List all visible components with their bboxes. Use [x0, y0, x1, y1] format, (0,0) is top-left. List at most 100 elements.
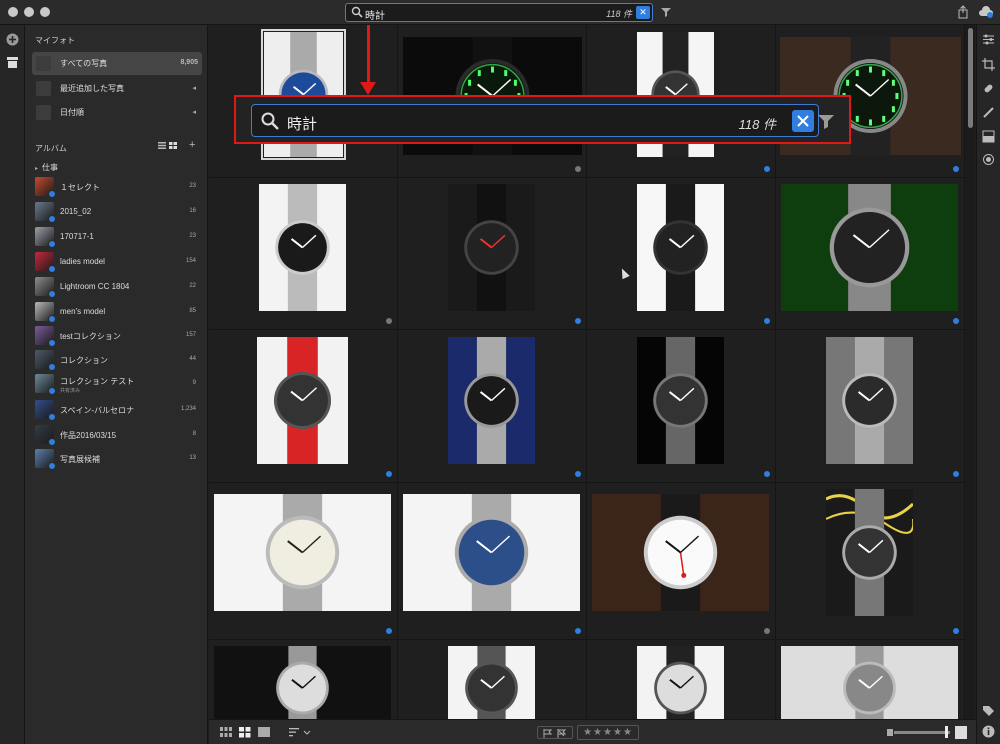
album-item[interactable]: 作品2016/03/15 8 [33, 424, 201, 446]
album-item[interactable]: ladies model 154 [33, 251, 201, 273]
sidebar: マイフォト すべての写真 8,905 最近追加した写真 ◂ 日付順 ◂ アルバム… [25, 25, 208, 744]
close-window-button[interactable] [8, 7, 18, 17]
album-item[interactable]: コレクション テスト 共有済み 9 [33, 373, 201, 395]
photo-cell[interactable] [587, 483, 776, 640]
photo-cell[interactable] [209, 330, 398, 483]
flag-controls[interactable] [537, 726, 573, 739]
star-rating[interactable]: ★★★★★ [577, 725, 639, 740]
photo-thumbnail[interactable] [259, 184, 346, 311]
album-item[interactable]: Lightroom CC 1804 22 [33, 276, 201, 298]
close-icon[interactable] [792, 110, 814, 132]
photo-thumbnail[interactable] [214, 646, 391, 719]
search-bar-enlarged[interactable]: 時計 118 件 [251, 104, 819, 137]
filter-icon[interactable] [818, 114, 834, 129]
chevron-left-icon[interactable]: ◂ [192, 84, 196, 92]
small-thumb-icon[interactable] [887, 729, 893, 736]
triangle-right-icon: ▸ [35, 166, 39, 172]
album-item[interactable]: 2015_02 16 [33, 201, 201, 223]
sync-status-icon [953, 318, 959, 324]
grid-view-icon[interactable] [169, 142, 177, 149]
sidebar-item-label: すべての写真 [60, 59, 108, 68]
minimize-window-button[interactable] [24, 7, 34, 17]
photo-cell[interactable] [587, 640, 776, 719]
photo-cell[interactable] [209, 483, 398, 640]
share-icon[interactable] [956, 5, 970, 19]
photo-cell[interactable] [398, 178, 587, 330]
album-item[interactable]: コレクション 44 [33, 349, 201, 371]
grid-view-icon[interactable] [220, 727, 232, 738]
sort-icon[interactable] [289, 727, 311, 738]
slider-knob[interactable] [945, 726, 948, 738]
photo-thumbnail[interactable] [781, 184, 958, 311]
tag-icon[interactable] [982, 705, 995, 718]
photo-cell[interactable] [587, 178, 776, 330]
photo-cell[interactable] [398, 330, 587, 483]
photo-cell[interactable] [776, 178, 965, 330]
edit-sliders-icon[interactable] [982, 33, 995, 46]
sync-status-icon [575, 628, 581, 634]
add-album-icon[interactable]: + [189, 139, 195, 151]
zoom-window-button[interactable] [40, 7, 50, 17]
photo-thumbnail[interactable] [781, 646, 958, 719]
gradient-icon[interactable] [982, 130, 995, 143]
album-item[interactable]: １セレクト 23 [33, 176, 201, 198]
info-icon[interactable] [982, 725, 995, 738]
add-icon[interactable] [6, 33, 19, 46]
folder-work[interactable]: ▸ 仕事 [35, 162, 58, 173]
brush-icon[interactable] [982, 106, 995, 119]
thumbnail-size-slider[interactable] [894, 731, 950, 734]
album-item[interactable]: men's model 85 [33, 301, 201, 323]
photo-cell[interactable] [776, 640, 965, 719]
flag-reject-icon[interactable] [557, 729, 566, 738]
photo-thumbnail[interactable] [448, 337, 535, 464]
photo-thumbnail[interactable] [448, 184, 535, 311]
search-bar[interactable]: 時計 118 件 ✕ [345, 3, 653, 22]
photo-thumbnail[interactable] [637, 646, 724, 719]
window-controls [8, 7, 50, 17]
photo-cell[interactable] [587, 330, 776, 483]
photo-cell[interactable] [776, 483, 965, 640]
photo-thumbnail[interactable] [592, 494, 769, 611]
album-thumbnail [35, 350, 56, 371]
clear-search-button[interactable]: ✕ [636, 6, 650, 19]
photo-cell[interactable] [776, 330, 965, 483]
photo-thumbnail[interactable] [826, 337, 913, 464]
library-icon[interactable] [6, 56, 19, 69]
radial-icon[interactable] [982, 153, 995, 166]
scrollbar-thumb[interactable] [968, 28, 973, 128]
photo-thumbnail[interactable] [826, 489, 913, 616]
cloud-sync-icon[interactable] [979, 5, 993, 19]
photo-thumbnail[interactable] [214, 494, 391, 611]
single-view-icon[interactable] [258, 727, 270, 738]
list-view-icon[interactable] [158, 142, 166, 149]
sidebar-item-all-photos[interactable]: すべての写真 8,905 [32, 52, 202, 75]
sidebar-item-by-date[interactable]: 日付順 ◂ [32, 101, 202, 124]
album-item[interactable]: 170717-1 23 [33, 226, 201, 248]
photo-thumbnail[interactable] [637, 184, 724, 311]
search-query[interactable]: 時計 [287, 113, 317, 134]
album-item[interactable]: 写真展候補 13 [33, 448, 201, 470]
search-query[interactable]: 時計 [365, 7, 385, 22]
flag-pick-icon[interactable] [543, 729, 552, 738]
photo-thumbnail[interactable] [403, 494, 580, 611]
album-item[interactable]: スペイン-バルセロナ 1,234 [33, 399, 201, 421]
photo-cell[interactable] [398, 483, 587, 640]
sidebar-item-recent[interactable]: 最近追加した写真 ◂ [32, 77, 202, 100]
healing-icon[interactable] [982, 82, 995, 95]
crop-icon[interactable] [982, 58, 995, 71]
filter-icon[interactable] [661, 7, 671, 17]
photo-thumbnail[interactable] [257, 337, 348, 464]
photo-cell[interactable] [209, 178, 398, 330]
large-thumb-icon[interactable] [955, 726, 967, 739]
grid-scrollbar[interactable] [966, 25, 975, 719]
bottom-toolbar: ★★★★★ [209, 719, 976, 744]
photo-cell[interactable] [209, 640, 398, 719]
photo-thumbnail[interactable] [448, 646, 535, 719]
photo-cell[interactable] [398, 640, 587, 719]
album-thumbnail [35, 252, 56, 273]
album-thumbnail [35, 302, 56, 323]
square-view-icon[interactable] [239, 727, 251, 738]
album-item[interactable]: testコレクション 157 [33, 325, 201, 347]
photo-thumbnail[interactable] [637, 337, 724, 464]
chevron-left-icon[interactable]: ◂ [192, 108, 196, 116]
